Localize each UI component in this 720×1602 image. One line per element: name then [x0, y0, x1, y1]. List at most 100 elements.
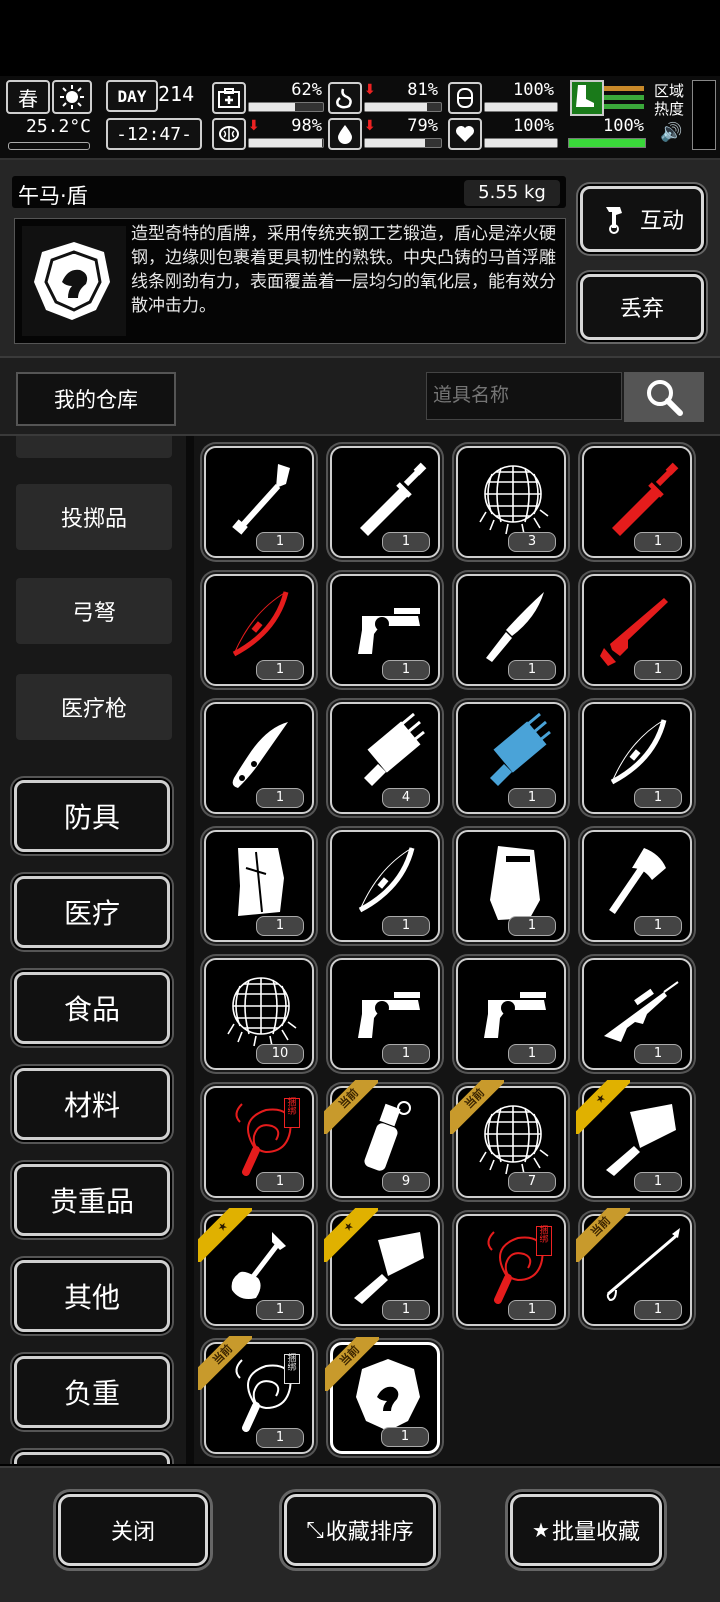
- category-materials[interactable]: 材料: [14, 1068, 170, 1140]
- category-label: 负重: [63, 1377, 120, 1410]
- category-food[interactable]: 食品: [14, 972, 170, 1044]
- inventory-slot[interactable]: 1: [582, 702, 692, 814]
- swap-arrows-icon: ⤡: [306, 1517, 324, 1543]
- category-throwables[interactable]: 投掷品: [16, 484, 172, 550]
- category-load[interactable]: 负重: [14, 1356, 170, 1428]
- stomach-icon: [328, 82, 362, 114]
- interact-label: 互动: [639, 209, 684, 234]
- warehouse-label: 我的仓库: [54, 388, 138, 412]
- sun-icon: [52, 80, 92, 114]
- inventory-slot[interactable]: 1: [582, 958, 692, 1070]
- item-count: 1: [634, 1172, 682, 1192]
- water-drop-icon: [328, 118, 362, 150]
- category-label: 医疗枪: [60, 697, 127, 722]
- item-count: 1: [508, 1044, 556, 1064]
- shovel-icon: [232, 464, 290, 535]
- inventory-slot[interactable]: 当前 1: [325, 1337, 440, 1454]
- inventory-slot[interactable]: 当前 捆绑 1: [198, 1336, 314, 1454]
- item-count: 1: [382, 1044, 430, 1064]
- speaker-icon[interactable]: 🔊: [660, 122, 682, 143]
- inventory-slot[interactable]: 当前 1: [576, 1208, 692, 1326]
- favorite-star-badge: ★: [198, 1208, 252, 1262]
- inventory-slot[interactable]: 1: [582, 446, 692, 558]
- favorite-star-badge: ★: [324, 1208, 378, 1262]
- armor-icon: [448, 82, 482, 114]
- inventory-slot[interactable]: 3: [456, 446, 566, 558]
- broadsword-icon: [360, 462, 427, 536]
- revolver-icon: [484, 992, 546, 1038]
- category-sidebar: 投掷品 弓弩 医疗枪 防具 医疗 食品 材料 贵重品 其他 负重: [0, 436, 186, 1464]
- inventory-slot[interactable]: 4: [330, 702, 440, 814]
- armor-bar: [484, 102, 558, 112]
- item-count: 3: [508, 532, 556, 552]
- category-label: 投掷品: [60, 507, 127, 532]
- item-name: 午马·盾: [18, 184, 88, 208]
- category-partial[interactable]: [14, 1452, 170, 1464]
- folding-knife-icon: [232, 722, 288, 788]
- sort-favorites-button[interactable]: ⤡ 收藏排序: [284, 1494, 436, 1566]
- inventory-slot[interactable]: 1: [456, 574, 566, 686]
- inventory-slot[interactable]: 1: [204, 446, 314, 558]
- knife-icon: [486, 592, 544, 662]
- inventory-slot[interactable]: 1: [582, 830, 692, 942]
- stamina-bar: [568, 138, 646, 148]
- item-count: 1: [508, 660, 556, 680]
- inventory-slot[interactable]: 1: [456, 830, 566, 942]
- season-indicator: 春: [6, 80, 50, 114]
- inventory-slot[interactable]: 1: [330, 830, 440, 942]
- inventory-slot[interactable]: 10: [204, 958, 314, 1070]
- interact-button[interactable]: 互动: [580, 186, 704, 252]
- category-bows[interactable]: 弓弩: [16, 578, 172, 644]
- category-label: 医疗: [63, 897, 120, 930]
- day-number: 214: [158, 82, 195, 106]
- inventory-slot[interactable]: 捆绑 1: [204, 1086, 314, 1198]
- current-badge: 当前: [325, 1337, 379, 1391]
- inventory-slot[interactable]: 当前 9: [324, 1080, 440, 1198]
- brain-icon: [212, 118, 246, 150]
- category-label: 食品: [63, 993, 120, 1026]
- inventory-slot[interactable]: ★ 1: [198, 1208, 314, 1326]
- category-armor[interactable]: 防具: [14, 780, 170, 852]
- search-input[interactable]: [426, 372, 622, 420]
- warehouse-button[interactable]: 我的仓库: [16, 372, 176, 426]
- inventory-slot[interactable]: 1: [204, 574, 314, 686]
- item-count: 9: [382, 1172, 430, 1192]
- batch-favorite-button[interactable]: ★ 批量收藏: [510, 1494, 662, 1566]
- discard-label: 丢弃: [619, 297, 664, 322]
- inventory-slot[interactable]: 当前 7: [450, 1080, 566, 1198]
- inventory-slot[interactable]: 1: [330, 446, 440, 558]
- inventory-slot[interactable]: ★ 1: [576, 1080, 692, 1198]
- category-medical-guns[interactable]: 医疗枪: [16, 674, 172, 740]
- bound-tag: 捆绑: [284, 1354, 300, 1384]
- search-button[interactable]: [624, 372, 704, 422]
- category-medical[interactable]: 医疗: [14, 876, 170, 948]
- inventory-slot[interactable]: 1: [582, 574, 692, 686]
- zone-heat-label: 区域热度: [654, 82, 685, 118]
- zone-heat-meter: [692, 80, 716, 150]
- thirst-pct: 79%: [407, 116, 438, 136]
- item-count: 1: [508, 916, 556, 936]
- inventory-slot[interactable]: 捆绑 1: [456, 1214, 566, 1326]
- net-icon: [479, 465, 549, 535]
- inventory-slot[interactable]: 1: [330, 958, 440, 1070]
- clock: -12:47-: [106, 118, 202, 150]
- inventory-slot[interactable]: 1: [330, 574, 440, 686]
- category-other[interactable]: 其他: [14, 1260, 170, 1332]
- category-partial[interactable]: [16, 436, 172, 458]
- inventory-slot[interactable]: ★ 1: [324, 1208, 440, 1326]
- item-description: 造型奇特的盾牌，采用传统夹钢工艺锻造，盾心是淬火硬钢，边缘则包裹着更具韧性的熟铁…: [131, 224, 556, 316]
- armor-pct: 100%: [513, 80, 554, 100]
- riot-shield-icon: [490, 846, 540, 920]
- discard-button[interactable]: 丢弃: [580, 274, 704, 340]
- item-count: 1: [256, 532, 304, 552]
- close-button[interactable]: 关闭: [58, 1494, 208, 1566]
- inventory-slot[interactable]: 1: [204, 702, 314, 814]
- inventory-slot[interactable]: 1: [456, 702, 566, 814]
- bound-tag: 捆绑: [284, 1098, 300, 1128]
- category-valuables[interactable]: 贵重品: [14, 1164, 170, 1236]
- inventory-slot[interactable]: 1: [456, 958, 566, 1070]
- favorite-star-badge: ★: [576, 1080, 630, 1134]
- inventory-slot[interactable]: 1: [204, 830, 314, 942]
- item-count: 10: [256, 1044, 304, 1064]
- hammer-hand-icon: [605, 207, 622, 234]
